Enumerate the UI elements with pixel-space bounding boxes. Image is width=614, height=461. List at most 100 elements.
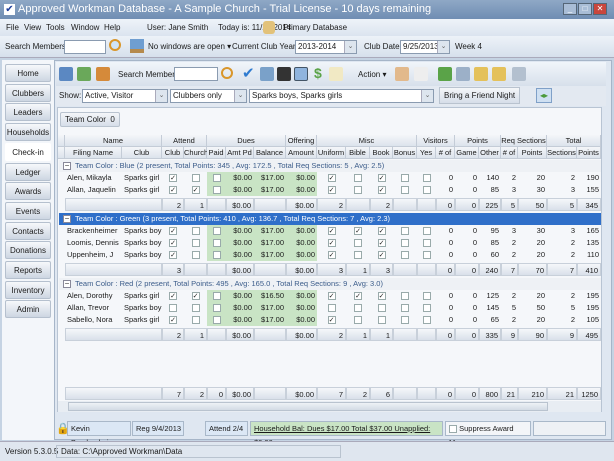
cell-club[interactable]: Sparks boy — [124, 249, 162, 261]
column-header[interactable]: Other — [479, 147, 501, 159]
search-icon[interactable] — [221, 67, 233, 79]
column-header[interactable]: Bonus — [393, 147, 417, 159]
menu-tools[interactable]: Tools — [46, 19, 65, 36]
checkbox-book[interactable]: ✓ — [377, 292, 386, 300]
column-header[interactable]: Sections — [547, 147, 577, 159]
checkbox-uniform[interactable]: ✓ — [327, 174, 336, 182]
print-icon[interactable] — [456, 67, 470, 81]
checkbox-yes[interactable] — [422, 174, 431, 182]
cell-club[interactable]: Sparks boy — [124, 302, 162, 314]
checkin-search-input[interactable] — [174, 67, 218, 81]
sort-down-icon[interactable] — [474, 67, 488, 81]
checkbox-uniform[interactable]: ✓ — [327, 186, 336, 194]
checkbox-yes[interactable] — [422, 186, 431, 194]
checkbox-paid[interactable] — [212, 316, 221, 324]
checkbox-book[interactable]: ✓ — [377, 186, 386, 194]
checkbox-book[interactable]: ✓ — [377, 174, 386, 182]
menu-view[interactable]: View — [24, 19, 41, 36]
photo-icon[interactable] — [294, 67, 308, 81]
checkbox-book[interactable] — [377, 316, 386, 324]
column-header[interactable]: Points — [577, 147, 601, 159]
checkbox-bonus[interactable] — [401, 239, 409, 247]
collapse-icon[interactable]: − — [63, 162, 71, 170]
checkbox-bible[interactable] — [354, 186, 362, 194]
sidebar-item-inventory[interactable]: Inventory — [5, 280, 51, 299]
sidebar-item-leaders[interactable]: Leaders — [5, 103, 51, 122]
column-header[interactable]: Balance — [254, 147, 286, 159]
checkbox-paid[interactable] — [212, 239, 221, 247]
group-row[interactable]: − Team Color : Red (2 present, Total Poin… — [59, 278, 601, 290]
refresh-icon[interactable] — [438, 67, 452, 81]
checkbox-book[interactable]: ✓ — [377, 251, 386, 259]
column-header[interactable]: Filing Name — [65, 147, 122, 159]
checkbox-club[interactable]: ✓ — [169, 174, 177, 182]
suppress-award-messages-checkbox[interactable]: Suppress Award Messages — [445, 421, 531, 447]
cell-club[interactable]: Sparks girl — [124, 184, 162, 196]
sidebar-item-events[interactable]: Events — [5, 201, 51, 220]
horizontal-scrollbar[interactable] — [58, 401, 601, 412]
sidebar-item-clubbers[interactable]: Clubbers — [5, 83, 51, 102]
cell-club[interactable]: Sparks girl — [124, 290, 162, 302]
checkbox-club[interactable]: ✓ — [169, 186, 177, 194]
menu-help[interactable]: Help — [104, 19, 120, 36]
column-header[interactable]: Church — [184, 147, 208, 159]
chevron-down-icon[interactable]: ⌄ — [344, 41, 356, 53]
edit-icon[interactable] — [329, 67, 343, 81]
checkbox-bible[interactable] — [354, 304, 362, 312]
cell-filingname[interactable]: Uppenheim, J — [67, 249, 122, 261]
sidebar-item-households[interactable]: Households — [5, 123, 51, 142]
checkbox-club[interactable]: ✓ — [169, 292, 177, 300]
sidebar-item-ledger[interactable]: Ledger — [5, 162, 51, 181]
column-header[interactable]: Club — [162, 147, 184, 159]
maximize-button[interactable]: □ — [578, 3, 592, 15]
cell-filingname[interactable]: Alen, Mikayla — [67, 172, 122, 184]
action-menu[interactable]: Action ▾ — [358, 70, 386, 79]
type-filter-select[interactable]: Clubbers only ⌄ — [170, 89, 247, 103]
menu-window[interactable]: Window — [71, 19, 99, 36]
cell-club[interactable]: Sparks girl — [124, 172, 162, 184]
checkbox-bonus[interactable] — [401, 174, 409, 182]
add-record-icon[interactable] — [260, 67, 274, 81]
cell-filingname[interactable]: Sabello, Nora — [67, 314, 122, 326]
settings-icon[interactable] — [512, 67, 526, 81]
menu-file[interactable]: File — [6, 19, 19, 36]
cell-filingname[interactable]: Allan, Trevor — [67, 302, 122, 314]
checkbox-church[interactable] — [191, 227, 200, 235]
club-year-select[interactable]: 2013-2014 ⌄ — [295, 40, 357, 54]
checkbox-paid[interactable] — [212, 227, 221, 235]
checkbox-church[interactable] — [191, 239, 200, 247]
sidebar-item-awards[interactable]: Awards — [5, 182, 51, 201]
checkbox-club[interactable]: ✓ — [169, 316, 177, 324]
database-name[interactable]: Primary Database — [283, 19, 347, 36]
checkbox-bonus[interactable] — [401, 292, 409, 300]
chevron-down-icon[interactable]: ⌄ — [234, 90, 246, 102]
search-icon[interactable] — [109, 39, 121, 51]
checkbox-book[interactable] — [377, 304, 386, 312]
checkbox-book[interactable]: ✓ — [377, 239, 386, 247]
status-filter-select[interactable]: Active, Visitor ⌄ — [82, 89, 168, 103]
chevron-down-icon[interactable]: ⌄ — [421, 90, 433, 102]
cell-club[interactable]: Sparks boy — [124, 237, 162, 249]
checkbox-club[interactable]: ✓ — [169, 251, 177, 259]
expand-icon[interactable]: ◂▸ — [536, 88, 552, 103]
add-clubber-icon[interactable] — [59, 67, 73, 81]
checkbox-bible[interactable] — [354, 239, 362, 247]
column-header[interactable]: Amt Pd — [226, 147, 254, 159]
checkbox-yes[interactable] — [422, 227, 431, 235]
checkbox-uniform[interactable]: ✓ — [327, 316, 336, 324]
checkbox-yes[interactable] — [422, 251, 431, 259]
chevron-down-icon[interactable]: ⌄ — [437, 41, 449, 53]
column-header[interactable]: Bible — [346, 147, 370, 159]
column-header[interactable]: Uniform — [317, 147, 346, 159]
dollar-icon[interactable]: $ — [314, 65, 322, 81]
sidebar-item-contacts[interactable]: Contacts — [5, 221, 51, 240]
checkbox-paid[interactable] — [212, 304, 221, 312]
checkbox-bonus[interactable] — [401, 251, 409, 259]
checkbox-paid[interactable] — [212, 174, 221, 182]
club-filter-select[interactable]: Sparks boys, Sparks girls ⌄ — [249, 89, 434, 103]
collapse-icon[interactable]: − — [63, 280, 71, 288]
checkbox-book[interactable]: ✓ — [377, 227, 386, 235]
bring-a-friend-night-button[interactable]: Bring a Friend Night — [439, 87, 521, 104]
add-leader-icon[interactable] — [77, 67, 91, 81]
checkbox-bible[interactable] — [354, 251, 362, 259]
